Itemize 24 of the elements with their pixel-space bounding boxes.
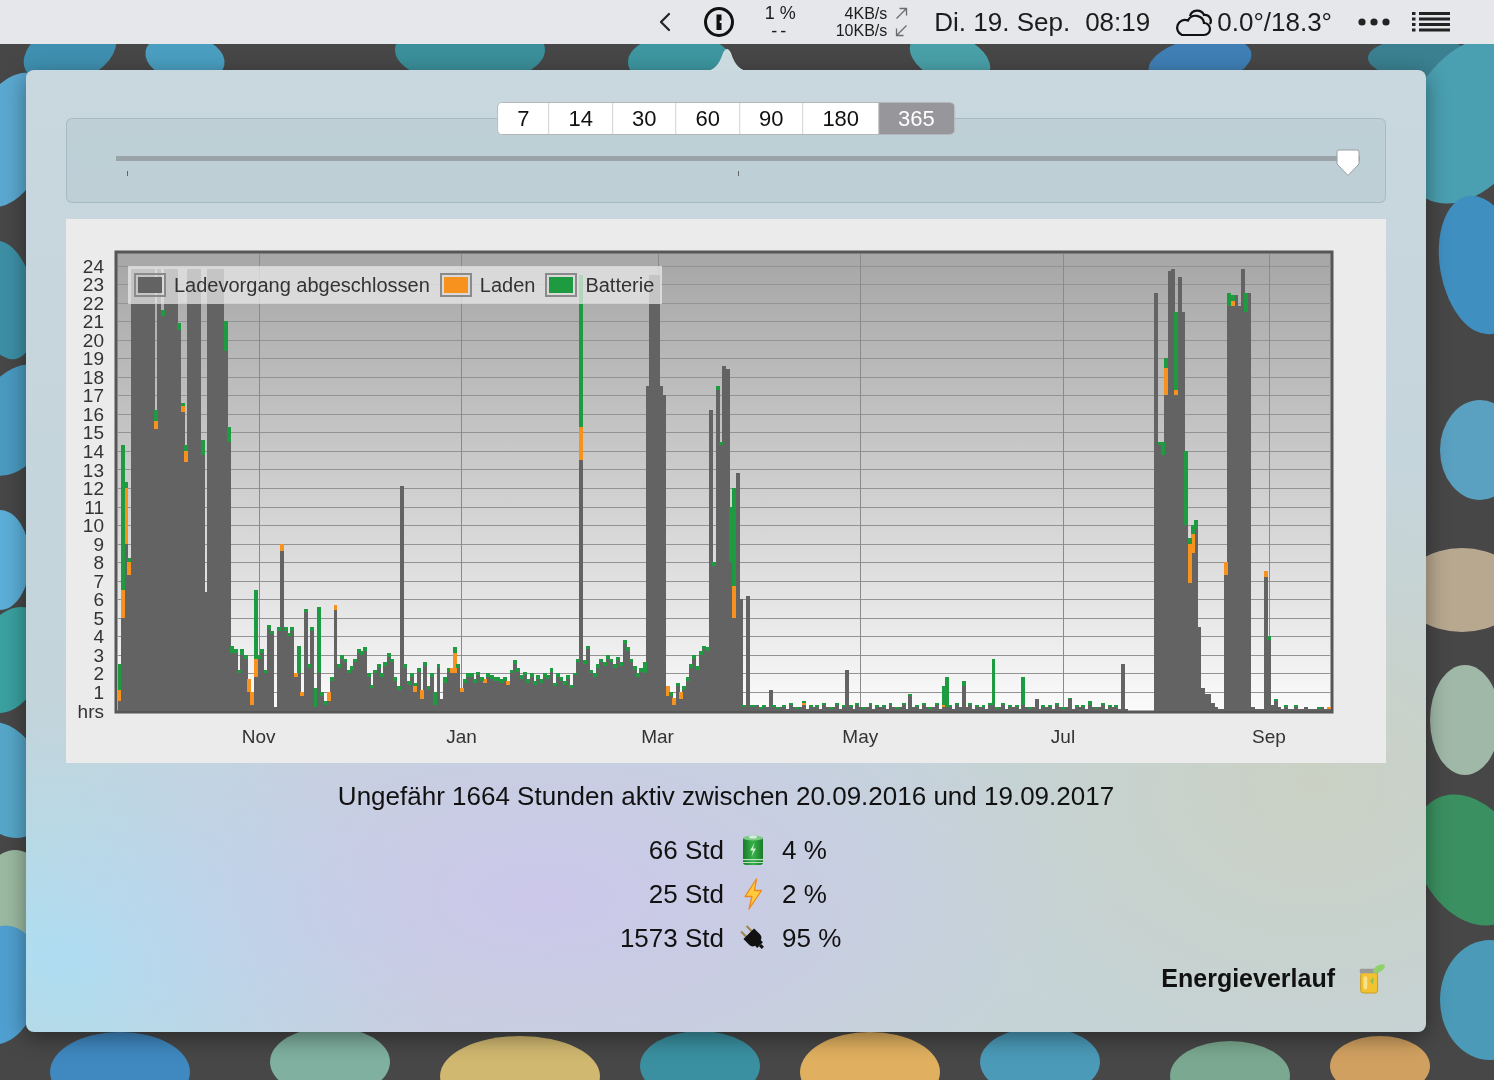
y-axis-label: 24 [82,255,104,277]
x-axis-label: Sep [1252,726,1286,747]
y-axis-label: 13 [82,459,104,481]
hours-text: 25 Std [648,878,724,910]
percent-text: 4 % [782,834,827,866]
y-axis-label: 1 [93,682,104,703]
y-axis-label: hrs [77,700,104,722]
legend-label: Ladevorgang abgeschlossen [174,273,430,297]
hours-text: 1573 Std [619,922,724,954]
percent-text: 2 % [782,878,827,910]
y-axis-label: 2 [93,663,104,685]
y-axis-label: 11 [84,496,104,518]
y-axis-label: 12 [82,478,104,499]
percent-text: 95 % [782,922,842,954]
legend-label: Laden [479,273,536,297]
x-axis-label: Jul [1050,726,1076,747]
x-axis-label: May [842,726,879,747]
summary-text: Ungefähr 1664 Stunden aktiv zwischen 20.09.2016 und 19.09.2017 [336,780,1116,812]
x-axis-label: Mar [641,726,674,747]
footer-title: Energieverlauf [1161,963,1335,993]
hours-text: 66 Std [648,834,724,866]
x-axis-label: Jan [446,726,477,747]
x-axis-label: Nov [241,726,276,747]
legend-label: Batterie [585,273,655,297]
